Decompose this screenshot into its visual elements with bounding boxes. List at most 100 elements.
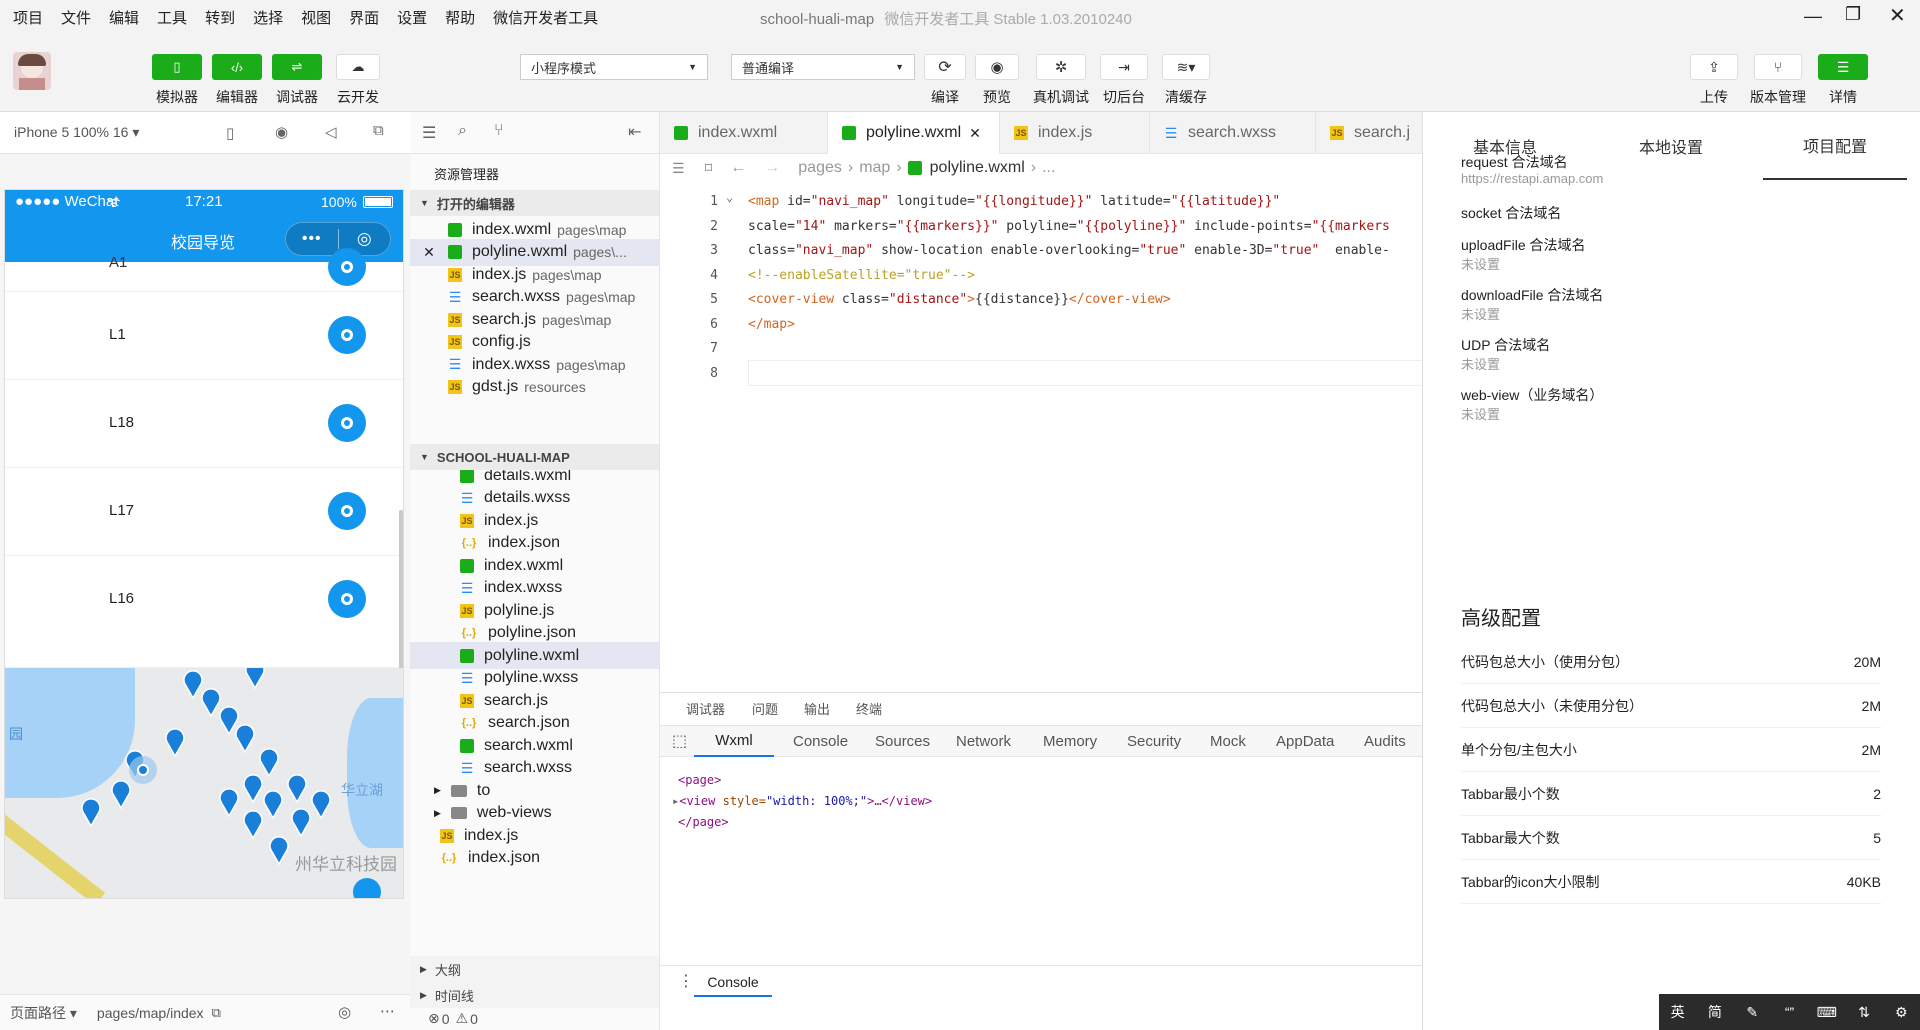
- upload-button[interactable]: ⇪: [1690, 54, 1738, 80]
- cloud-button[interactable]: ☁: [336, 54, 380, 80]
- tab-network[interactable]: Network: [956, 725, 1011, 757]
- more-icon[interactable]: •••: [286, 230, 338, 248]
- simulator-button[interactable]: ▯: [152, 54, 202, 80]
- menu-item-view[interactable]: 视图: [292, 7, 340, 28]
- inspect-cursor-icon[interactable]: ⬚: [672, 731, 687, 751]
- tab-search-js[interactable]: JS search.j: [1316, 112, 1422, 154]
- menu-item-goto[interactable]: 转到: [196, 7, 244, 28]
- background-button[interactable]: ⇥: [1100, 54, 1148, 80]
- domain-setting-value[interactable]: 未设置: [1461, 404, 1500, 423]
- compile-button[interactable]: ⟳: [924, 54, 966, 80]
- project-section[interactable]: ▼ SCHOOL-HUALI-MAP: [410, 444, 659, 470]
- map-view[interactable]: 园 华立湖 州华立科技园: [5, 668, 403, 898]
- menu-item-settings[interactable]: 设置: [388, 7, 436, 28]
- dom-node[interactable]: <page>: [678, 773, 721, 787]
- tab-local-settings[interactable]: 本地设置: [1639, 112, 1703, 180]
- clear-cache-button[interactable]: ≋▾: [1162, 54, 1210, 80]
- real-debug-button[interactable]: ✲: [1036, 54, 1086, 80]
- location-pin-icon[interactable]: [328, 492, 366, 530]
- debugger-button[interactable]: ⇌: [272, 54, 322, 80]
- tab-appdata[interactable]: AppData: [1276, 725, 1334, 757]
- record-icon[interactable]: ◉: [275, 123, 288, 141]
- devtools-tab-output[interactable]: 输出: [804, 693, 830, 723]
- ime-mode[interactable]: 简: [1696, 1002, 1733, 1022]
- breadcrumb-item[interactable]: pages: [798, 159, 842, 177]
- device-frame-icon[interactable]: ▯: [226, 124, 234, 142]
- ime-lang[interactable]: 英: [1659, 1002, 1696, 1022]
- dom-node[interactable]: </page>: [678, 815, 729, 829]
- tab-project-config[interactable]: 项目配置: [1763, 112, 1907, 180]
- list-icon[interactable]: ☰: [672, 160, 685, 177]
- list-item[interactable]: L16: [5, 556, 403, 668]
- menu-item-file[interactable]: 文件: [52, 7, 100, 28]
- tab-mock[interactable]: Mock: [1210, 725, 1246, 757]
- collapse-panel-icon[interactable]: ⇤: [628, 122, 641, 142]
- close-icon[interactable]: ✕: [410, 244, 448, 261]
- timeline-section[interactable]: ▶ 时间线: [410, 982, 659, 1008]
- location-pin-icon[interactable]: [328, 580, 366, 618]
- tab-search-wxss[interactable]: ☰ search.wxss: [1150, 112, 1316, 154]
- file-item[interactable]: {..} index.json: [410, 845, 659, 872]
- menu-item-devtools[interactable]: 微信开发者工具: [484, 7, 607, 28]
- devtools-tab-debugger[interactable]: 调试器: [686, 693, 725, 723]
- domain-setting-value[interactable]: https://restapi.amap.com: [1461, 171, 1603, 186]
- device-select[interactable]: iPhone 5 100% 16 ▾: [14, 124, 139, 141]
- domain-setting-value[interactable]: 未设置: [1461, 254, 1500, 273]
- back-arrow-icon[interactable]: ←: [730, 159, 746, 177]
- open-editors-section[interactable]: ▼ 打开的编辑器: [410, 190, 659, 216]
- git-icon[interactable]: ⑂: [494, 122, 504, 140]
- eye-icon[interactable]: ◎: [338, 1003, 351, 1021]
- outline-section[interactable]: ▶ 大纲: [410, 956, 659, 982]
- menu-item-interface[interactable]: 界面: [340, 7, 388, 28]
- more-icon[interactable]: ⋯: [380, 1002, 395, 1020]
- location-pin-icon[interactable]: [328, 404, 366, 442]
- menu-item-select[interactable]: 选择: [244, 7, 292, 28]
- page-path-label[interactable]: 页面路径 ▾: [10, 1003, 77, 1023]
- minimize-icon[interactable]: —: [1804, 6, 1822, 27]
- tab-index-wxml[interactable]: index.wxml: [660, 112, 828, 154]
- version-button[interactable]: ⑂: [1754, 54, 1802, 80]
- close-window-icon[interactable]: ✕: [1889, 3, 1906, 28]
- list-icon[interactable]: ☰: [422, 123, 436, 143]
- close-mini-icon[interactable]: ◎: [339, 229, 391, 249]
- avatar[interactable]: [13, 52, 51, 90]
- list-item[interactable]: A1: [5, 248, 403, 292]
- problems-counter[interactable]: ⊗ 0 ⚠ 0: [428, 1010, 478, 1027]
- code-area[interactable]: 1 ⌄ 2 3 4 5 6 7 8 <map id="navi_map" lon…: [660, 182, 1422, 692]
- maximize-icon[interactable]: ❐: [1845, 4, 1861, 25]
- tab-index-js[interactable]: JS index.js: [1000, 112, 1150, 154]
- caret-right-icon[interactable]: ▶: [434, 808, 441, 819]
- location-pin-icon[interactable]: [328, 316, 366, 354]
- ime-punct-icon[interactable]: ⇅: [1845, 1004, 1882, 1021]
- preview-button[interactable]: ◉: [975, 54, 1019, 80]
- breadcrumb-item[interactable]: ...: [1042, 159, 1055, 177]
- tab-console[interactable]: Console: [793, 725, 848, 757]
- tab-wxml[interactable]: Wxml: [694, 725, 774, 757]
- close-tab-icon[interactable]: ✕: [969, 125, 981, 142]
- domain-setting-value[interactable]: 未设置: [1461, 304, 1500, 323]
- detach-window-icon[interactable]: ⧉: [373, 122, 384, 139]
- menu-item-tools[interactable]: 工具: [148, 7, 196, 28]
- tab-sources[interactable]: Sources: [875, 725, 930, 757]
- copy-icon[interactable]: ⧉: [212, 1005, 221, 1021]
- menu-item-project[interactable]: 项目: [4, 7, 52, 28]
- menu-item-help[interactable]: 帮助: [436, 7, 484, 28]
- menu-item-edit[interactable]: 编辑: [100, 7, 148, 28]
- compile-select[interactable]: 普通编译 ▼: [731, 54, 915, 80]
- tab-polyline-wxml[interactable]: polyline.wxml ✕: [828, 112, 1000, 154]
- location-pin-icon[interactable]: [328, 248, 366, 286]
- devtools-tab-problems[interactable]: 问题: [752, 693, 778, 723]
- ime-brush-icon[interactable]: ✎: [1734, 1004, 1771, 1021]
- drawer-tab-console[interactable]: Console: [694, 969, 772, 997]
- ime-quote-icon[interactable]: “”: [1771, 1004, 1808, 1020]
- forward-arrow-icon[interactable]: →: [764, 159, 780, 177]
- breadcrumb-item[interactable]: map: [859, 159, 890, 177]
- caret-right-icon[interactable]: ▶: [434, 785, 441, 796]
- mode-select[interactable]: 小程序模式 ▼: [520, 54, 708, 80]
- tab-security[interactable]: Security: [1127, 725, 1181, 757]
- list-item[interactable]: L18: [5, 380, 403, 468]
- details-button[interactable]: ☰: [1818, 54, 1868, 80]
- ime-keyboard-icon[interactable]: ⌨: [1808, 1004, 1845, 1021]
- breadcrumb-item[interactable]: polyline.wxml: [930, 159, 1025, 177]
- dom-node[interactable]: ▸<view style="width: 100%;">…</view>: [672, 794, 932, 808]
